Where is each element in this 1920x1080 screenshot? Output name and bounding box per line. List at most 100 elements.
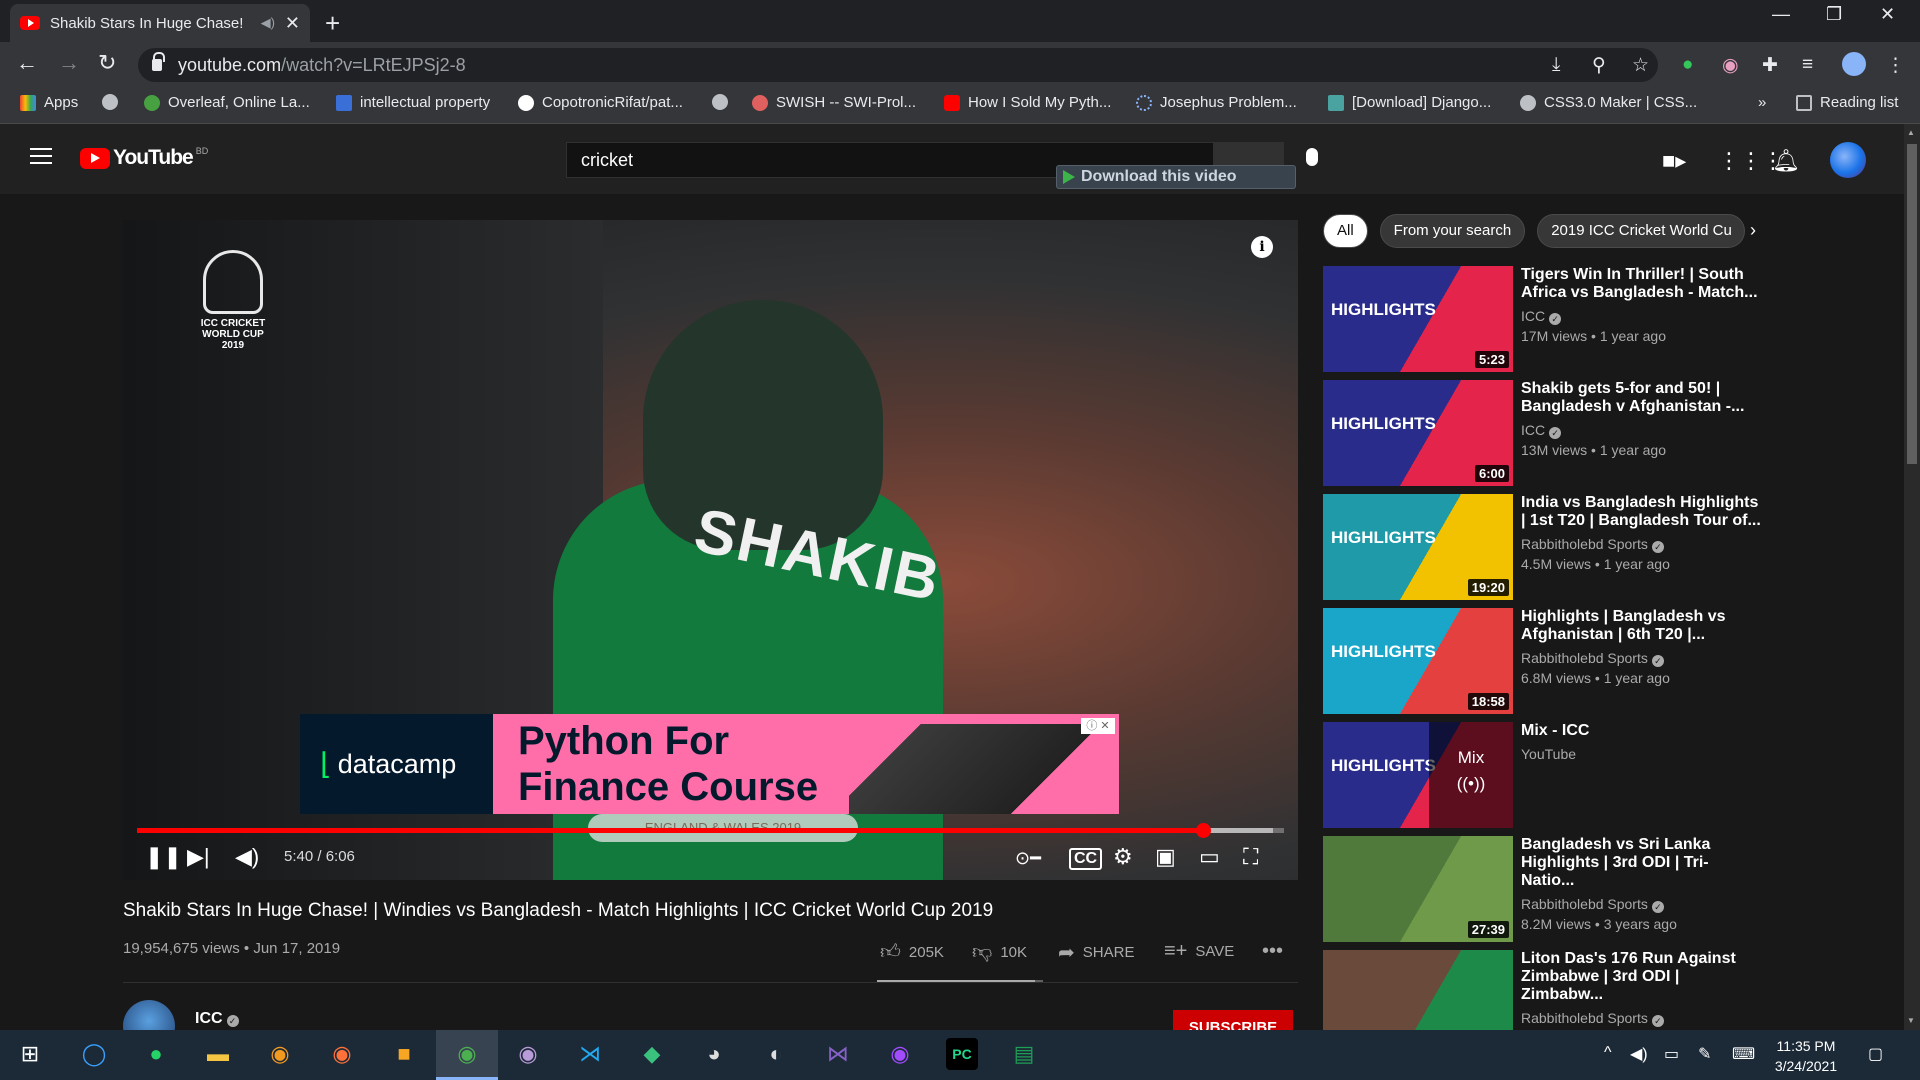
recommendation-item[interactable]: Liton Das's 176 Run Against Zimbabwe | 3… (1323, 950, 1863, 1030)
bookmarks-overflow[interactable]: » (1758, 94, 1766, 111)
volume-tray-icon[interactable]: ◀) (1630, 1044, 1648, 1064)
overlay-ad[interactable]: ⌊ datacamp Python For Finance Course ⓘ ✕ (300, 714, 1119, 814)
recommendation-title[interactable]: India vs Bangladesh Highlights | 1st T20… (1521, 494, 1761, 530)
share-button[interactable]: ➦ SHARE (1058, 940, 1134, 965)
zoom-icon[interactable]: ⚲ (1592, 54, 1606, 77)
bookmark-apps[interactable]: Apps (20, 94, 78, 111)
recommendation-item[interactable]: HIGHLIGHTS 19:20 India vs Bangladesh Highl… (1323, 494, 1863, 600)
browser-menu-icon[interactable]: ⋮ (1886, 54, 1905, 77)
chrome-icon[interactable]: ◉ (451, 1038, 483, 1070)
settings-gear-icon[interactable]: ⚙ (1113, 844, 1133, 870)
github-desktop-icon[interactable]: ◉ (512, 1038, 544, 1070)
bookmark-css3[interactable]: CSS3.0 Maker | CSS... (1520, 94, 1697, 111)
window-close-icon[interactable]: ✕ (1880, 4, 1895, 25)
forward-icon[interactable]: → (58, 50, 80, 76)
lock-icon[interactable] (152, 52, 165, 71)
recommendation-channel[interactable]: Rabbitholebd Sports ✓ (1521, 536, 1664, 553)
chip-all[interactable]: All (1323, 214, 1368, 248)
maps-app-icon[interactable]: ◆ (636, 1038, 668, 1070)
recommendation-title[interactable]: Mix - ICC (1521, 722, 1761, 740)
subscribe-button[interactable]: SUBSCRIBE (1173, 1010, 1293, 1030)
fullscreen-icon[interactable]: ⛶ (1243, 844, 1258, 870)
pycharm-icon[interactable]: PC (946, 1038, 978, 1070)
progress-bar[interactable] (137, 823, 1284, 838)
bookmark-swish[interactable]: SWISH -- SWI-Prol... (752, 94, 916, 111)
info-icon[interactable]: i (1251, 236, 1273, 258)
more-actions-button[interactable]: ••• (1262, 940, 1291, 963)
photo-app-icon[interactable]: ■ (388, 1038, 420, 1070)
dislike-button[interactable]: 👎︎ 10K (972, 940, 1027, 964)
keyboard-tray-icon[interactable]: ⌨ (1732, 1044, 1755, 1064)
theater-mode-icon[interactable]: ▭ (1199, 844, 1220, 870)
vscode-icon[interactable]: ⋊ (574, 1038, 606, 1070)
youtube-logo[interactable]: YouTube BD (80, 146, 208, 170)
recommendation-item[interactable]: HIGHLIGHTS Mix ((•)) Mix - ICC YouTube (1323, 722, 1863, 828)
recommendation-channel[interactable]: Rabbitholebd Sports ✓ (1521, 650, 1664, 667)
firefox-icon[interactable]: ◉ (326, 1038, 358, 1070)
scroll-down-icon[interactable]: ▼ (1907, 1016, 1915, 1025)
scrubber-handle[interactable] (1195, 823, 1211, 838)
pen-tray-icon[interactable]: ✎ (1698, 1044, 1711, 1064)
volume-icon[interactable]: ◀) (235, 844, 259, 870)
file-explorer-icon[interactable]: ▬ (202, 1038, 234, 1070)
recommendation-title[interactable]: Shakib gets 5-for and 50! | Bangladesh v… (1521, 380, 1761, 416)
video-thumbnail[interactable] (1323, 950, 1513, 1030)
install-app-icon[interactable]: ⤓ (1552, 54, 1560, 76)
bookmark-django[interactable]: [Download] Django... (1328, 94, 1491, 111)
messenger-icon[interactable]: ◉ (884, 1038, 916, 1070)
excel-icon[interactable]: ▤ (1008, 1038, 1040, 1070)
network-tray-icon[interactable]: ▭ (1664, 1044, 1679, 1064)
minimize-icon[interactable]: — (1772, 4, 1790, 25)
chip-world-cup[interactable]: 2019 ICC Cricket World Cu (1537, 214, 1746, 248)
notifications-bell-icon[interactable]: 🔔︎ (1772, 148, 1800, 174)
bookmark-josephus[interactable]: Josephus Problem... (1136, 94, 1297, 111)
inkscape-icon[interactable]: ◐ (760, 1038, 792, 1070)
save-button[interactable]: ≡+ SAVE (1164, 940, 1234, 963)
recommendation-item[interactable]: 27:39 Bangladesh vs Sri Lanka Highlights … (1323, 836, 1863, 942)
reload-icon[interactable]: ↻ (98, 50, 116, 76)
channel-name[interactable]: ICC ✓ (195, 1010, 239, 1028)
download-video-bar[interactable]: Download this video (1056, 165, 1296, 189)
captions-icon[interactable]: CC (1069, 848, 1103, 870)
browser-tab[interactable]: Shakib Stars In Huge Chase! ◀) ✕ (10, 4, 310, 42)
reading-list[interactable]: Reading list (1796, 94, 1898, 111)
video-player[interactable]: SHAKIB ICC CRICKET WORLD CUP 2019 i ENGL… (123, 220, 1298, 880)
video-thumbnail[interactable]: HIGHLIGHTS Mix ((•)) (1323, 722, 1513, 828)
recommendation-channel[interactable]: Rabbitholebd Sports ✓ (1521, 1010, 1664, 1027)
whatsapp-icon[interactable]: ● (140, 1038, 172, 1070)
video-thumbnail[interactable]: HIGHLIGHTS 19:20 (1323, 494, 1513, 600)
browser-icon[interactable]: ◉ (264, 1038, 296, 1070)
like-button[interactable]: 👍︎ 205K (880, 940, 944, 964)
tab-close-icon[interactable]: ✕ (285, 13, 300, 34)
bookmark-intellectual-property[interactable]: intellectual property (336, 94, 490, 111)
address-bar[interactable]: youtube.com/watch?v=LRtEJPSj2-8 (138, 48, 1658, 82)
bookmark-star-icon[interactable]: ☆ (1632, 54, 1649, 77)
scroll-up-icon[interactable]: ▲ (1907, 128, 1915, 137)
tab-audio-icon[interactable]: ◀) (261, 15, 275, 31)
recommendation-channel[interactable]: ICC ✓ (1521, 422, 1562, 439)
bookmark-globe-1[interactable] (102, 94, 126, 110)
video-thumbnail[interactable]: HIGHLIGHTS 6:00 (1323, 380, 1513, 486)
video-thumbnail[interactable]: 27:39 (1323, 836, 1513, 942)
next-video-icon[interactable]: ▶| (187, 844, 210, 870)
grammarly-extension-icon[interactable]: ● (1682, 54, 1693, 76)
user-avatar[interactable] (1830, 142, 1866, 178)
bookmark-youtube[interactable]: How I Sold My Pyth... (944, 94, 1111, 111)
pause-icon[interactable]: ❚❚ (145, 844, 182, 870)
back-icon[interactable]: ← (16, 50, 38, 76)
guide-menu-icon[interactable] (30, 148, 52, 164)
ad-close-icon[interactable]: ⓘ ✕ (1081, 718, 1115, 734)
miniplayer-icon[interactable]: ▣ (1155, 844, 1176, 870)
recommendation-item[interactable]: HIGHLIGHTS 5:23 Tigers Win In Thriller! | … (1323, 266, 1863, 372)
video-thumbnail[interactable]: HIGHLIGHTS 5:23 (1323, 266, 1513, 372)
bookmark-globe-2[interactable] (712, 94, 736, 110)
recommendation-title[interactable]: Liton Das's 176 Run Against Zimbabwe | 3… (1521, 950, 1761, 1004)
media-control-icon[interactable]: ≡ (1802, 54, 1813, 76)
autoplay-toggle[interactable]: ⊙━ (1015, 848, 1041, 869)
bookmark-overleaf[interactable]: Overleaf, Online La... (144, 94, 310, 111)
profile-avatar-icon[interactable] (1842, 52, 1866, 76)
chip-from-your-search[interactable]: From your search (1379, 214, 1526, 248)
extension-icon[interactable]: ◉ (1722, 54, 1739, 77)
create-video-icon[interactable]: ■▸ (1662, 148, 1686, 174)
page-scrollbar[interactable]: ▲ ▼ (1904, 124, 1920, 1030)
